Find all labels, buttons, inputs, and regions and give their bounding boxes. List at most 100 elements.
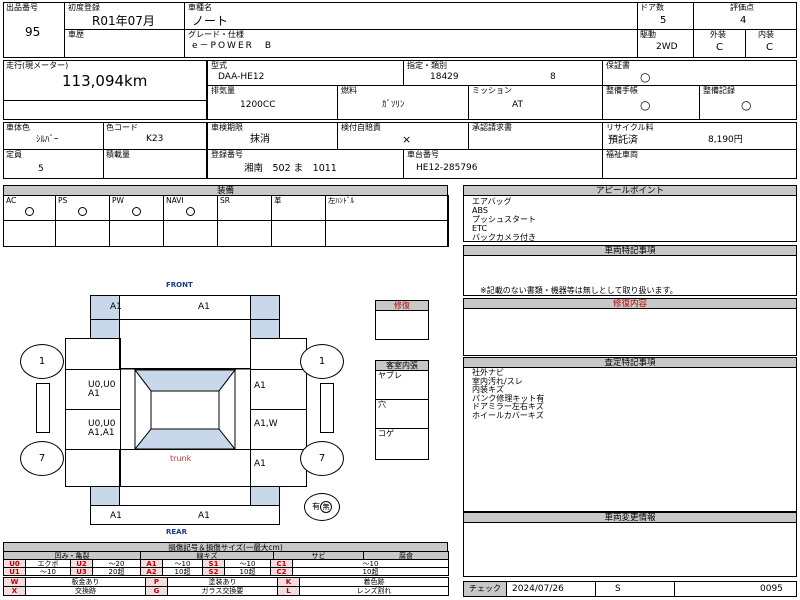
recycle-fee: 8,190円 xyxy=(708,135,743,145)
self-weight-label: 検付自賠責 xyxy=(341,123,381,132)
tire-front-right: 1 xyxy=(300,344,344,379)
capacity-label: 定員 xyxy=(6,150,22,159)
model-name: ノート xyxy=(192,14,229,28)
legend-symbol-code: L xyxy=(277,586,300,596)
inspection-note-line: ホイールカバーキズ xyxy=(472,410,544,420)
mission-value: AT xyxy=(512,100,523,110)
chassis-value: HE12-285796 xyxy=(416,163,478,173)
damage-right-front-door: A1 xyxy=(254,381,266,391)
special-note: ※記載のない書類・機器等は無しとして取り扱います。 xyxy=(480,286,678,295)
mileage-sub-cell xyxy=(3,100,207,120)
grade-label: グレード・仕様 xyxy=(188,30,244,39)
designation-label: 指定・類別 xyxy=(407,61,447,70)
load-label: 積載量 xyxy=(106,150,130,159)
equipment-label: PS xyxy=(58,196,68,205)
designation-value: 18429 xyxy=(430,72,459,82)
mission-label: ミッション xyxy=(472,86,512,95)
doors-label: ドア数 xyxy=(640,3,664,12)
spare-tire: 有無 xyxy=(304,493,340,521)
guest-row-2: 穴 xyxy=(378,400,386,409)
lot-label: 出品番号 xyxy=(6,3,38,12)
reg-label: 登録番号 xyxy=(211,150,243,159)
grade-mark-cell xyxy=(595,581,675,597)
doors-value: 5 xyxy=(660,15,667,26)
rear-panel xyxy=(119,486,251,506)
change-info-box xyxy=(463,522,797,577)
damage-left-front-door-2: A1 xyxy=(88,389,100,399)
legend-symbol-code: G xyxy=(145,586,168,596)
equipment-grid: AC PS PW NAVI SR 革 左ﾊﾝﾄﾞﾙ xyxy=(3,195,449,247)
equipment-col-2: PW xyxy=(109,195,164,221)
appeal-line: エアバッグ xyxy=(472,197,512,206)
tire-rear-left: 7 xyxy=(20,441,64,476)
legend-code: U1 xyxy=(3,567,26,576)
capacity-value: 5 xyxy=(38,164,44,174)
body-color-value: ｼﾙﾊﾞｰ xyxy=(36,135,59,145)
tire-front-left: 1 xyxy=(20,344,64,379)
color-code-label: 色コード xyxy=(106,123,138,132)
model-name-label: 車種名 xyxy=(188,3,212,12)
self-weight-mark: × xyxy=(402,133,412,146)
exterior-value: C xyxy=(716,42,723,53)
interior-value: C xyxy=(766,42,773,53)
appeal-box: エアバッグ ABS プッシュスタート ETC バックカメラ付き xyxy=(463,195,797,242)
lot-number: 95 xyxy=(25,25,41,39)
inspection-label: 車検期限 xyxy=(211,123,243,132)
equipment-lower-0 xyxy=(3,220,56,247)
legend-code: S2 xyxy=(202,567,225,576)
chassis-label: 車台番号 xyxy=(407,150,439,159)
equipment-lower-4 xyxy=(217,220,272,247)
recycle-label: リサイクル料 xyxy=(606,123,654,132)
damage-left-rear-door-2: A1,A1 xyxy=(88,428,115,438)
equipment-col-4: SR xyxy=(217,195,272,221)
body-color-label: 車体色 xyxy=(6,123,30,132)
legend-desc: 10超 xyxy=(292,567,449,576)
equipment-col-1: PS xyxy=(55,195,110,221)
equipment-col-6: 左ﾊﾝﾄﾞﾙ xyxy=(325,195,449,221)
damage-rear-right: A1 xyxy=(198,511,210,521)
equipment-lower-6 xyxy=(325,220,449,247)
guest-row-1: ヤブレ xyxy=(378,371,402,380)
type-value: DAA-HE12 xyxy=(218,72,265,82)
legend-code: U3 xyxy=(70,567,93,576)
equipment-label: 革 xyxy=(274,196,282,205)
warranty-mark: ○ xyxy=(640,70,651,84)
equipment-mark xyxy=(25,207,34,216)
color-code-value: K23 xyxy=(146,134,164,144)
exterior-label: 外装 xyxy=(710,30,726,39)
equipment-label: NAVI xyxy=(166,196,184,205)
legend-desc: ～10 xyxy=(25,567,71,576)
legend-code: A2 xyxy=(140,567,163,576)
inspection-notes-box: 社外ナビ 室内汚れ/スレ 内装キズ パンク修理キット有 ドアミラー左右キズ ホイールカバー… xyxy=(463,367,797,512)
legend-symbol-code: X xyxy=(3,586,26,596)
welfare-label: 福祉車両 xyxy=(606,150,638,159)
legend-symbol-desc: ガラス交換要 xyxy=(167,586,278,596)
left-side-skirt xyxy=(36,383,50,433)
service-label: 整備記録 xyxy=(703,86,735,95)
legend-desc: 10超 xyxy=(224,567,271,576)
footer-number: 0095 xyxy=(760,584,783,594)
trunk-label: trunk xyxy=(170,454,192,463)
repair-box xyxy=(463,308,797,356)
manual-label: 整備手帳 xyxy=(606,86,638,95)
spare-none: 無 xyxy=(320,501,332,513)
first-reg-value: R01年07月 xyxy=(92,14,155,28)
equipment-lower-3 xyxy=(163,220,218,247)
equipment-mark xyxy=(78,207,87,216)
drive-label: 駆動 xyxy=(640,30,656,39)
equipment-lower-1 xyxy=(55,220,110,247)
damage-right-rear-door: A1,W xyxy=(254,419,278,429)
legend-table: 凹み・亀裂 線キズ サビ 腐食 U0 エクボ U2 ～20 A1 ～10 S1 ～10 C1 ～10 U1 ～… xyxy=(3,551,449,596)
right-rear-door xyxy=(250,409,307,450)
fuel-label: 燃料 xyxy=(341,86,357,95)
warranty-label: 保証書 xyxy=(606,61,630,70)
equipment-label: AC xyxy=(6,196,17,205)
mileage-value: 113,094km xyxy=(62,72,148,90)
score-label: 評価点 xyxy=(730,3,754,12)
inspection-value: 抹消 xyxy=(250,134,270,145)
legend-desc: 10超 xyxy=(162,567,203,576)
equipment-col-3: NAVI xyxy=(163,195,218,221)
right-side-skirt xyxy=(320,383,334,433)
equipment-mark xyxy=(186,207,195,216)
equipment-label: 左ﾊﾝﾄﾞﾙ xyxy=(328,196,355,205)
